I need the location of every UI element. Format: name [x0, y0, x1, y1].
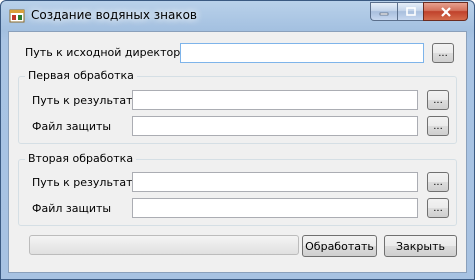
source-dir-browse-button[interactable]: ...: [432, 43, 454, 63]
first-result-input[interactable]: [132, 90, 418, 110]
source-dir-input[interactable]: [180, 43, 424, 63]
second-result-label: Путь к результату: [32, 176, 139, 189]
maximize-button[interactable]: [397, 2, 423, 21]
progress-bar: [29, 235, 299, 255]
maximize-icon: [405, 6, 416, 16]
app-icon: [9, 9, 25, 23]
title-bar[interactable]: Создание водяных знаков: [1, 1, 474, 31]
second-processing-title: Вторая обработка: [25, 152, 137, 165]
second-protection-label: Файл защиты: [32, 202, 112, 215]
main-window: Создание водяных знаков Путь к исходной …: [0, 0, 475, 280]
second-result-browse-button[interactable]: ...: [427, 172, 449, 192]
first-protection-browse-button[interactable]: ...: [427, 116, 449, 136]
close-window-button[interactable]: [423, 2, 468, 21]
minimize-icon: [379, 12, 389, 15]
minimize-button[interactable]: [370, 2, 397, 21]
process-button[interactable]: Обработать: [302, 235, 377, 257]
first-processing-group: Первая обработка Путь к результату ... Ф…: [18, 69, 457, 144]
form-client-area: Путь к исходной директории ... Первая об…: [8, 31, 467, 273]
source-dir-label: Путь к исходной директории: [25, 46, 195, 59]
first-processing-title: Первая обработка: [25, 69, 137, 82]
first-result-browse-button[interactable]: ...: [427, 90, 449, 110]
second-protection-input[interactable]: [132, 198, 418, 218]
first-protection-input[interactable]: [132, 116, 418, 136]
second-processing-group: Вторая обработка Путь к результату ... Ф…: [18, 152, 457, 226]
first-result-label: Путь к результату: [32, 94, 139, 107]
second-result-input[interactable]: [132, 172, 418, 192]
second-protection-browse-button[interactable]: ...: [427, 198, 449, 218]
window-title: Создание водяных знаков: [31, 8, 198, 22]
first-protection-label: Файл защиты: [32, 120, 112, 133]
close-icon: [440, 6, 451, 17]
close-button[interactable]: Закрыть: [384, 235, 457, 257]
